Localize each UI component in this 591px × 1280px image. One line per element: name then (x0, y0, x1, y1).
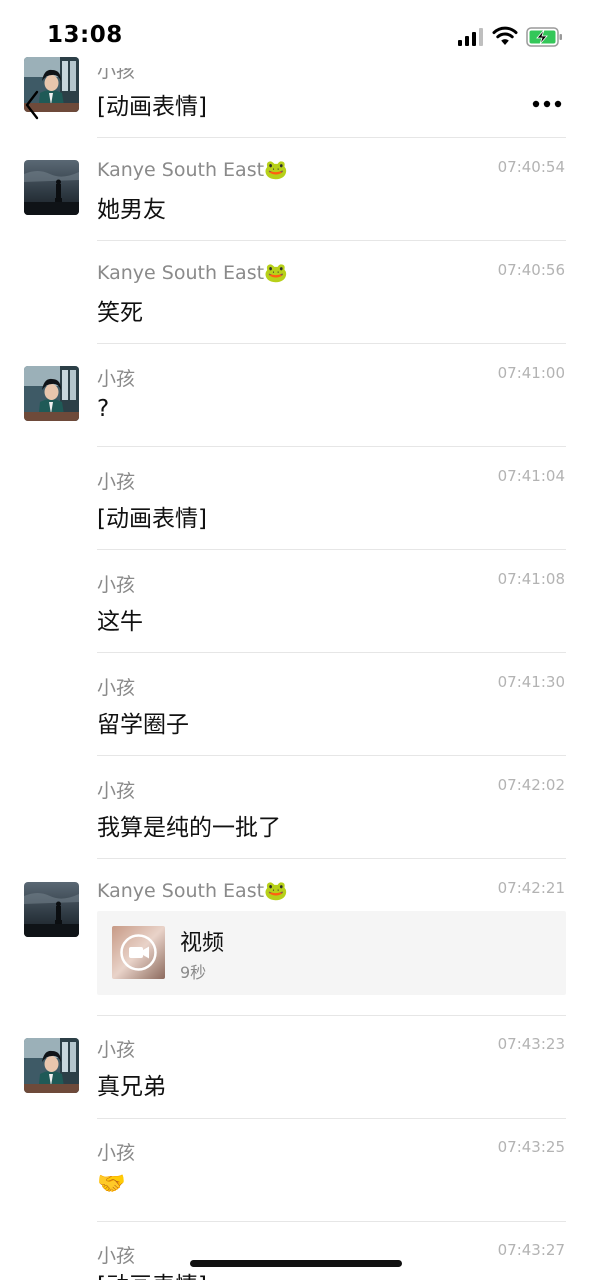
message-time: 07:42:02 (497, 776, 565, 794)
video-title: 视频 (180, 931, 225, 956)
message-text[interactable]: [动画表情] (97, 499, 207, 533)
message-text[interactable]: 她男友 (97, 190, 166, 224)
sender-name: Kanye South East🐸 (97, 159, 288, 181)
video-thumbnail (112, 926, 165, 979)
divider (97, 652, 566, 653)
message-time: 07:41:08 (497, 570, 565, 588)
avatar[interactable] (24, 160, 79, 215)
divider (97, 240, 566, 241)
avatar[interactable] (24, 1038, 79, 1093)
message-text[interactable]: [动画表情] (97, 87, 207, 121)
sender-name: Kanye South East🐸 (97, 880, 288, 902)
divider (97, 549, 566, 550)
video-duration: 9秒 (180, 963, 207, 982)
sender-name: 小孩 (97, 1245, 136, 1267)
sender-name: 小孩 (97, 368, 136, 390)
message-text[interactable]: 笑死 (97, 293, 143, 327)
message-time: 07:40:56 (497, 261, 565, 279)
chevron-left-icon[interactable] (20, 88, 44, 122)
message-time: 07:41:04 (497, 467, 565, 485)
divider (97, 446, 566, 447)
sender-name: Kanye South East🐸 (97, 262, 288, 284)
message-text[interactable]: ? (97, 396, 109, 422)
sender-name: 小孩 (97, 60, 136, 82)
sender-name: 小孩 (97, 574, 136, 596)
message-text[interactable]: 真兄弟 (97, 1067, 166, 1101)
message-time: 07:43:25 (497, 1138, 565, 1156)
avatar[interactable] (24, 366, 79, 421)
divider (97, 1118, 566, 1119)
message-time: 07:43:27 (497, 1241, 565, 1259)
divider (97, 137, 566, 138)
message-time: 07:42:21 (497, 879, 565, 897)
sender-name: 小孩 (97, 677, 136, 699)
sender-name: 小孩 (97, 1039, 136, 1061)
sender-name: 小孩 (97, 1142, 136, 1164)
more-dots-icon[interactable] (530, 94, 564, 114)
handshake-emoji[interactable]: 🤝 (97, 1170, 126, 1197)
video-camera-icon (129, 946, 149, 959)
message-text[interactable]: 我算是纯的一批了 (97, 808, 281, 842)
sender-name: 小孩 (97, 471, 136, 493)
message-text[interactable]: 这牛 (97, 602, 143, 636)
divider (97, 755, 566, 756)
message-time: 07:41:30 (497, 673, 565, 691)
message-text[interactable]: 留学圈子 (97, 705, 189, 739)
message-text[interactable]: [动画表情] (97, 1266, 207, 1280)
chat-history-list[interactable]: 小孩 [动画表情] Kanye South East🐸 07:40:54 她男友… (0, 0, 591, 1280)
home-indicator[interactable] (190, 1260, 402, 1267)
divider (97, 1221, 566, 1222)
message-time: 07:40:54 (497, 158, 565, 176)
message-time: 07:43:23 (497, 1035, 565, 1053)
video-message-card[interactable]: 视频 9秒 (97, 911, 566, 995)
sender-name: 小孩 (97, 780, 136, 802)
message-time: 07:41:00 (497, 364, 565, 382)
avatar[interactable] (24, 882, 79, 937)
divider (97, 343, 566, 344)
divider (97, 1015, 566, 1016)
divider (97, 858, 566, 859)
